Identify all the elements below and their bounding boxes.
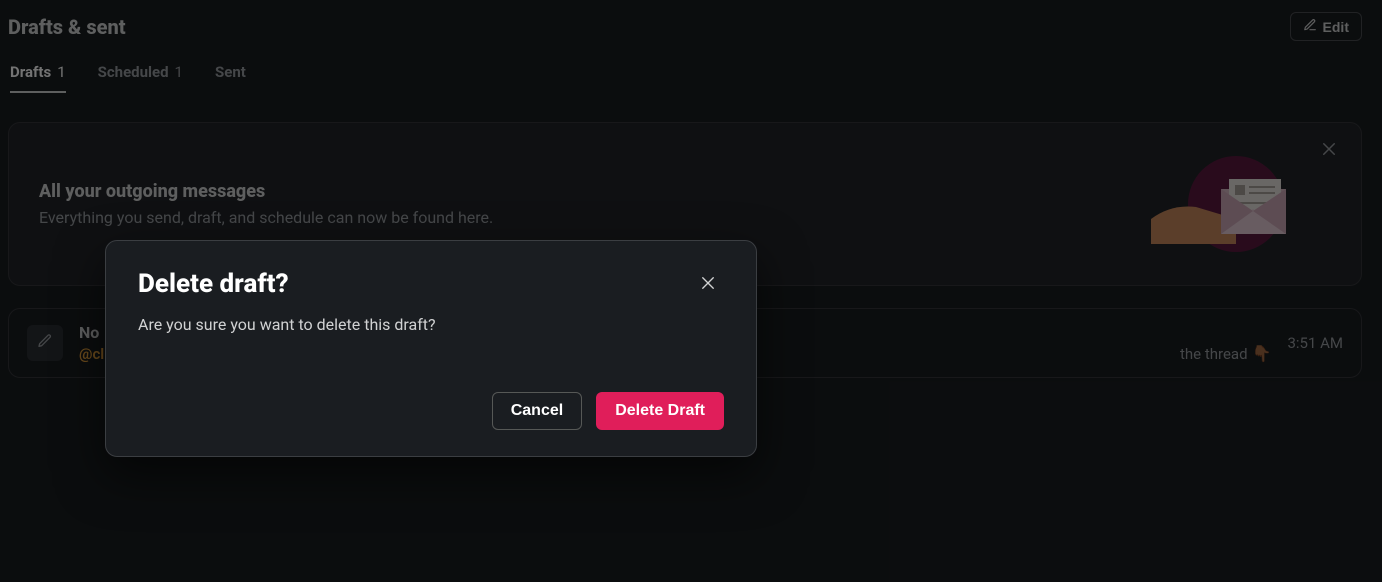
close-icon	[699, 274, 717, 296]
dialog-close-button[interactable]	[692, 269, 724, 301]
modal-overlay[interactable]: Delete draft? Are you sure you want to d…	[0, 0, 1382, 582]
delete-draft-button[interactable]: Delete Draft	[596, 392, 724, 430]
delete-draft-dialog: Delete draft? Are you sure you want to d…	[105, 240, 757, 457]
cancel-button[interactable]: Cancel	[492, 392, 582, 430]
dialog-title: Delete draft?	[138, 269, 289, 299]
dialog-body: Are you sure you want to delete this dra…	[138, 315, 724, 334]
